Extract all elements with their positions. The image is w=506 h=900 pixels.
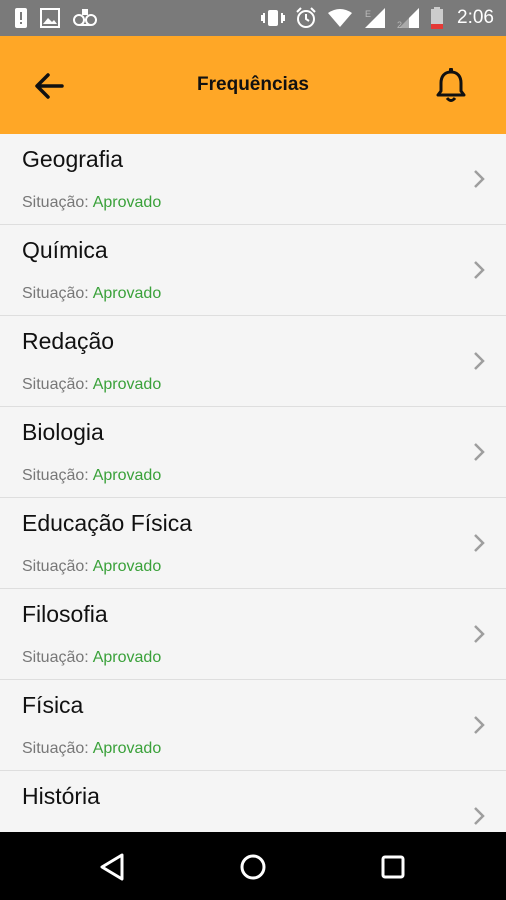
status-label: Situação: — [22, 467, 89, 484]
status-value: Aprovado — [92, 285, 162, 302]
home-circle-icon — [240, 854, 266, 880]
subject-title: Redação — [22, 328, 115, 354]
status-bar: E 2 2:06 — [0, 0, 506, 36]
status-line: Situação: Aprovado — [22, 467, 161, 485]
status-label: Situação: — [22, 194, 89, 211]
subject-title: Química — [22, 237, 108, 263]
status-label: Situação: — [22, 558, 89, 575]
list-item[interactable]: Biologia Situação: Aprovado — [0, 407, 506, 498]
subject-title: Educação Física — [22, 510, 193, 536]
alarm-icon — [295, 7, 317, 29]
list-item[interactable]: Redação Situação: Aprovado — [0, 316, 506, 407]
app-bar: Frequências — [0, 36, 506, 134]
signal-e-icon: E — [363, 7, 387, 29]
chevron-right-icon — [474, 170, 485, 188]
list-item[interactable]: Geografia Situação: Aprovado — [0, 134, 506, 225]
status-line: Situação: Aprovado — [22, 194, 161, 212]
chevron-right-icon — [474, 534, 485, 552]
list-item[interactable]: Filosofia Situação: Aprovado — [0, 589, 506, 680]
wifi-icon — [327, 8, 353, 28]
arrow-left-icon — [35, 73, 64, 99]
nav-home-button[interactable] — [236, 850, 270, 884]
status-label: Situação: — [22, 285, 89, 302]
status-value: Aprovado — [92, 558, 162, 575]
status-line: Situação: Aprovado — [22, 558, 161, 576]
notifications-button[interactable] — [432, 66, 470, 106]
status-label: Situação: — [22, 649, 89, 666]
status-line: Situação: Aprovado — [22, 376, 161, 394]
subject-title: História — [22, 783, 100, 809]
chevron-right-icon — [474, 716, 485, 734]
status-label: Situação: — [22, 740, 89, 757]
back-triangle-icon — [100, 853, 124, 881]
nav-recents-button[interactable] — [376, 850, 410, 884]
status-value: Aprovado — [92, 467, 162, 484]
recents-square-icon — [381, 855, 405, 879]
navigation-bar — [0, 832, 506, 900]
subject-title: Filosofia — [22, 601, 108, 627]
nav-back-button[interactable] — [96, 850, 130, 884]
chevron-right-icon — [474, 807, 485, 825]
status-value: Aprovado — [92, 376, 162, 393]
signal-2-icon: 2 — [397, 7, 421, 29]
status-label: Situação: — [22, 376, 89, 393]
chevron-right-icon — [474, 352, 485, 370]
status-value: Aprovado — [92, 740, 162, 757]
chevron-right-icon — [474, 625, 485, 643]
bell-icon — [436, 68, 466, 102]
subject-title: Biologia — [22, 419, 104, 445]
chevron-right-icon — [474, 443, 485, 461]
subject-list: Geografia Situação: Aprovado Química Situaçã… — [0, 134, 506, 832]
status-time: 2:06 — [457, 7, 494, 28]
status-line: Situação: Aprovado — [22, 740, 161, 758]
subject-title: Física — [22, 692, 84, 718]
vibrate-icon — [261, 8, 286, 28]
status-value: Aprovado — [92, 194, 162, 211]
alert-icon — [14, 7, 28, 29]
status-line: Situação: Aprovado — [22, 285, 161, 303]
list-item[interactable]: Educação Física Situação: Aprovado — [0, 498, 506, 589]
status-line: Situação: Aprovado — [22, 649, 161, 667]
battery-icon — [431, 7, 444, 29]
svg-text:E: E — [365, 9, 371, 19]
subject-title: Geografia — [22, 146, 124, 172]
page-title: Frequências — [197, 74, 309, 95]
voicemail-icon — [72, 8, 98, 28]
list-item[interactable]: História — [0, 771, 506, 832]
image-icon — [40, 8, 60, 28]
back-button[interactable] — [30, 68, 70, 104]
list-item[interactable]: Química Situação: Aprovado — [0, 225, 506, 316]
status-value: Aprovado — [92, 649, 162, 666]
list-item[interactable]: Física Situação: Aprovado — [0, 680, 506, 771]
chevron-right-icon — [474, 261, 485, 279]
svg-text:2: 2 — [397, 20, 402, 29]
